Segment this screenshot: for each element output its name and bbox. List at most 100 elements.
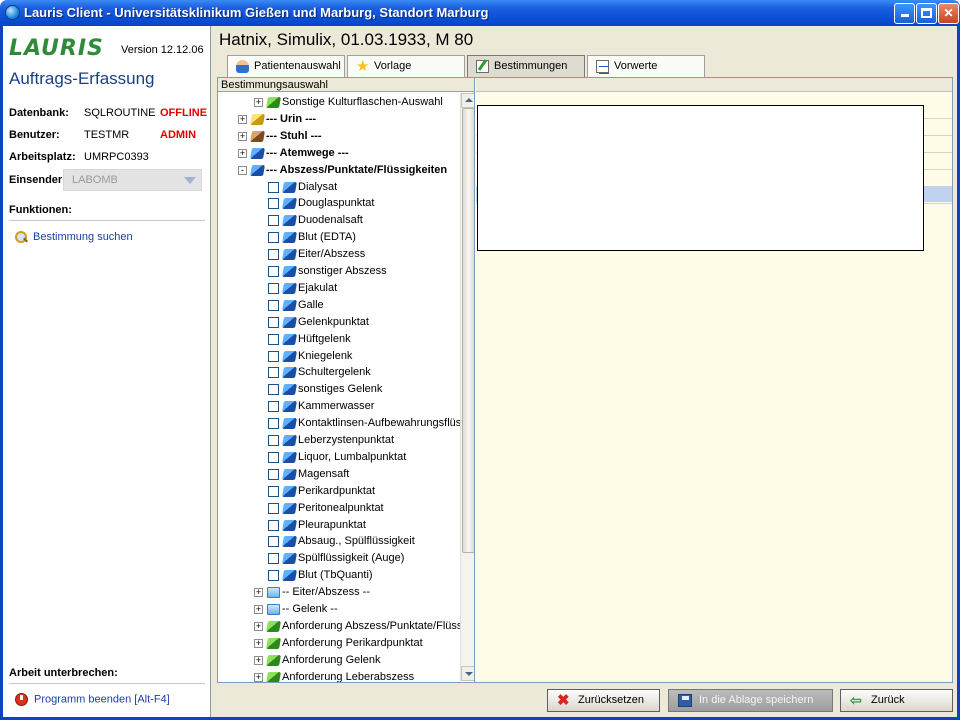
minimize-icon: [900, 14, 909, 17]
tree-row[interactable]: sonstiger Abszess: [218, 263, 460, 280]
tree-checkbox[interactable]: [268, 266, 279, 277]
tree-checkbox[interactable]: [268, 316, 279, 328]
tree-row[interactable]: Douglaspunktat: [218, 195, 460, 212]
minimize-button[interactable]: [894, 3, 915, 24]
reset-button[interactable]: ✖ Zurücksetzen: [547, 689, 660, 712]
tree-checkbox[interactable]: [268, 215, 279, 227]
tree-checkbox[interactable]: [268, 451, 279, 463]
tree-row[interactable]: + --- Stuhl ---: [218, 128, 460, 145]
tab-vorlage[interactable]: ★ Vorlage: [347, 55, 465, 77]
scroll-up-button[interactable]: [461, 93, 474, 108]
tree-row[interactable]: Perikardpunktat: [218, 483, 460, 500]
expand-icon[interactable]: +: [254, 605, 263, 614]
tree-checkbox[interactable]: [268, 350, 279, 362]
expand-icon[interactable]: +: [254, 621, 263, 631]
collapse-icon[interactable]: -: [238, 165, 247, 175]
tree-row[interactable]: + Sonstige Kulturflaschen-Auswahl: [218, 94, 460, 111]
tab-vorwerte[interactable]: Vorwerte: [587, 55, 705, 77]
status-badge: ADMIN: [160, 129, 197, 141]
expand-icon[interactable]: +: [238, 131, 247, 141]
tree-row[interactable]: + --- Urin ---: [218, 111, 460, 128]
tree-row[interactable]: Liquor, Lumbalpunktat: [218, 449, 460, 466]
tree-checkbox[interactable]: [268, 536, 279, 548]
tree-row[interactable]: Blut (EDTA): [218, 229, 460, 246]
scroll-down-button[interactable]: [461, 666, 474, 681]
maximize-button[interactable]: [916, 3, 937, 24]
tree-checkbox[interactable]: [268, 198, 279, 210]
exit-program-link[interactable]: Programm beenden [Alt-F4]: [15, 693, 170, 706]
tree-checkbox[interactable]: [268, 249, 279, 261]
tree-row[interactable]: Gelenkpunktat: [218, 314, 460, 331]
tree-row[interactable]: Eiter/Abszess: [218, 246, 460, 263]
scroll-thumb[interactable]: [462, 108, 474, 553]
tree-row[interactable]: + -- Gelenk --: [218, 601, 460, 618]
tree-row[interactable]: Absaug., Spülflüssigkeit: [218, 533, 460, 550]
tree-item-label: Schultergelenk: [298, 366, 371, 379]
tree-row[interactable]: Leberzystenpunktat: [218, 432, 460, 449]
tree-row[interactable]: - --- Abszess/Punktate/Flüssigkeiten: [218, 162, 460, 179]
tree-row[interactable]: Spülflüssigkeit (Auge): [218, 550, 460, 567]
tree-row[interactable]: + -- Eiter/Abszess --: [218, 584, 460, 601]
book-icon: [282, 502, 297, 514]
disk-icon: [678, 694, 692, 707]
tree-checkbox[interactable]: [268, 418, 279, 430]
save-to-storage-button[interactable]: In die Ablage speichern: [668, 689, 833, 712]
tree-row[interactable]: Duodenalsaft: [218, 212, 460, 229]
tree-row[interactable]: + Anforderung Gelenk: [218, 652, 460, 669]
tree-checkbox[interactable]: [268, 435, 279, 446]
close-button[interactable]: ✕: [938, 3, 959, 24]
tree-checkbox[interactable]: [268, 181, 279, 193]
tree-checkbox[interactable]: [268, 485, 279, 497]
main-panel: Bestimmungsauswahl + Sonstige Kulturflasc…: [217, 77, 953, 683]
tree-checkbox[interactable]: [268, 333, 279, 345]
book-icon: [282, 282, 297, 294]
expand-icon[interactable]: +: [238, 148, 247, 158]
tree-checkbox[interactable]: [268, 282, 279, 294]
tab-patientenauswahl[interactable]: Patientenauswahl: [227, 55, 345, 77]
tree-row[interactable]: Schultergelenk: [218, 364, 460, 381]
expand-icon[interactable]: +: [254, 672, 263, 682]
info-label: Benutzer:: [9, 129, 60, 141]
tree-row[interactable]: Hüftgelenk: [218, 331, 460, 348]
tree-row[interactable]: Galle: [218, 297, 460, 314]
expand-icon[interactable]: +: [254, 98, 263, 107]
tab-bestimmungen[interactable]: Bestimmungen: [467, 55, 585, 77]
tree-checkbox[interactable]: [268, 384, 279, 396]
tree-row[interactable]: sonstiges Gelenk: [218, 381, 460, 398]
tree-checkbox[interactable]: [268, 553, 279, 565]
sender-select[interactable]: LABOMB: [63, 169, 202, 191]
tree-checkbox[interactable]: [268, 570, 279, 582]
tree-row[interactable]: + Anforderung Perikardpunktat: [218, 635, 460, 652]
tree-item-label: Douglaspunktat: [298, 197, 375, 210]
tree-row[interactable]: Kontaktlinsen-Aufbewahrungsflüssi: [218, 415, 469, 432]
tree-row[interactable]: Blut (TbQuanti): [218, 567, 460, 584]
tree-row[interactable]: Magensaft: [218, 466, 460, 483]
back-button[interactable]: ⇦ Zurück: [840, 689, 953, 712]
book-icon: [282, 519, 297, 531]
expand-icon[interactable]: +: [238, 114, 247, 124]
tree-row[interactable]: + Anforderung Leberabszess: [218, 669, 460, 682]
expand-icon[interactable]: +: [254, 638, 263, 648]
tree-checkbox[interactable]: [268, 502, 279, 514]
search-determination-link[interactable]: Bestimmung suchen: [15, 231, 133, 244]
tree-row[interactable]: + --- Atemwege ---: [218, 145, 460, 162]
tree-row[interactable]: Pleurapunktat: [218, 517, 460, 534]
tree-row[interactable]: Peritonealpunktat: [218, 500, 460, 517]
title-bar[interactable]: Lauris Client - Universitätsklinikum Gie…: [0, 0, 960, 26]
tree-checkbox[interactable]: [268, 299, 279, 311]
expand-icon[interactable]: +: [254, 655, 263, 665]
tree-row[interactable]: Ejakulat: [218, 280, 460, 297]
determination-tree[interactable]: Bestimmungsauswahl + Sonstige Kulturflasc…: [218, 78, 475, 682]
tree-checkbox[interactable]: [268, 232, 279, 244]
tree-checkbox[interactable]: [268, 401, 279, 413]
tree-row[interactable]: + Anforderung Abszess/Punktate/Flüssig: [218, 618, 471, 635]
tree-checkbox[interactable]: [268, 367, 279, 379]
tree-row[interactable]: Kniegelenk: [218, 348, 460, 365]
tree-checkbox[interactable]: [268, 519, 279, 531]
tree-scrollbar[interactable]: [460, 93, 474, 681]
tree-row[interactable]: Kammerwasser: [218, 398, 460, 415]
expand-icon[interactable]: +: [254, 588, 263, 598]
tree-checkbox[interactable]: [268, 468, 279, 480]
tree-row[interactable]: Dialysat: [218, 179, 460, 196]
book-icon: [282, 536, 297, 548]
